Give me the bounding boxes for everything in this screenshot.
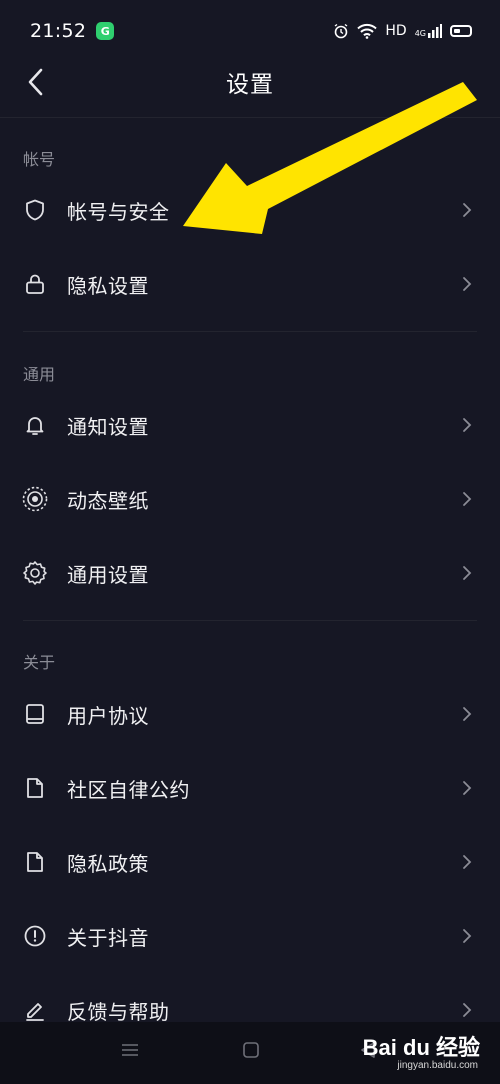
chevron-right-icon [462, 704, 474, 724]
settings-item-label: 动态壁纸 [67, 488, 149, 513]
square-icon [243, 1042, 259, 1058]
live-wallpaper-icon [22, 486, 48, 512]
page-title: 设置 [226, 72, 274, 98]
settings-item-label: 社区自律公约 [67, 777, 190, 802]
signal-icon [428, 24, 442, 38]
settings-item-user-agreement[interactable]: 用户协议 [0, 687, 500, 741]
gear-icon [22, 560, 48, 586]
battery-icon [450, 25, 472, 37]
settings-item-privacy[interactable]: 隐私设置 [0, 257, 500, 311]
section-header-general: 通用 [23, 365, 56, 384]
document-icon [22, 849, 48, 875]
chevron-right-icon [462, 778, 474, 798]
settings-item-label: 通用设置 [67, 562, 149, 587]
network-label: 4G [415, 24, 442, 38]
app-notification-icon: G [96, 22, 115, 40]
settings-item-label: 帐号与安全 [67, 199, 170, 224]
settings-item-account-security[interactable]: 帐号与安全 [0, 183, 500, 237]
status-bar: 21:52 G HD 4G [0, 0, 500, 62]
chevron-right-icon [462, 563, 474, 583]
settings-item-label: 用户协议 [67, 703, 149, 728]
settings-item-about-douyin[interactable]: 关于抖音 [0, 909, 500, 963]
alarm-icon [334, 23, 348, 39]
baidu-jingyan-watermark: Bai du 经验 jingyan.baidu.com [352, 1024, 492, 1080]
settings-item-label: 通知设置 [67, 414, 149, 439]
chevron-left-icon [28, 68, 43, 96]
status-time: 21:52 [30, 20, 87, 42]
hamburger-icon [122, 1044, 138, 1056]
chevron-right-icon [462, 274, 474, 294]
section-header-about: 关于 [23, 653, 56, 672]
chevron-right-icon [462, 1000, 474, 1020]
section-divider [23, 620, 477, 621]
shield-icon [22, 197, 48, 223]
settings-item-label: 反馈与帮助 [67, 999, 170, 1024]
watermark-url: jingyan.baidu.com [397, 1060, 478, 1071]
title-bar: 设置 [0, 62, 500, 102]
home-nav-button[interactable] [241, 1040, 261, 1064]
settings-item-general[interactable]: 通用设置 [0, 546, 500, 600]
settings-item-community-guidelines[interactable]: 社区自律公约 [0, 761, 500, 815]
chevron-right-icon [462, 852, 474, 872]
bell-icon [22, 412, 48, 438]
settings-item-label: 隐私设置 [67, 273, 149, 298]
chevron-right-icon [462, 200, 474, 220]
section-header-account: 帐号 [23, 150, 56, 169]
hd-label: HD [385, 23, 407, 39]
chevron-right-icon [462, 489, 474, 509]
menu-nav-button[interactable] [120, 1040, 140, 1064]
settings-item-label: 关于抖音 [67, 925, 149, 950]
back-button[interactable] [20, 66, 50, 98]
book-icon [22, 701, 48, 727]
watermark-logo: Bai du 经验 [362, 1035, 480, 1060]
settings-item-privacy-policy[interactable]: 隐私政策 [0, 835, 500, 889]
chevron-right-icon [462, 926, 474, 946]
wifi-icon [357, 23, 378, 39]
chevron-right-icon [462, 415, 474, 435]
header-divider [0, 117, 500, 118]
section-divider [23, 331, 477, 332]
info-icon [22, 923, 48, 949]
document-icon [22, 775, 48, 801]
settings-item-label: 隐私政策 [67, 851, 149, 876]
settings-item-live-wallpaper[interactable]: 动态壁纸 [0, 472, 500, 526]
settings-item-notifications[interactable]: 通知设置 [0, 398, 500, 452]
lock-icon [22, 271, 48, 297]
status-indicators: HD 4G [333, 23, 472, 39]
edit-icon [22, 997, 48, 1023]
